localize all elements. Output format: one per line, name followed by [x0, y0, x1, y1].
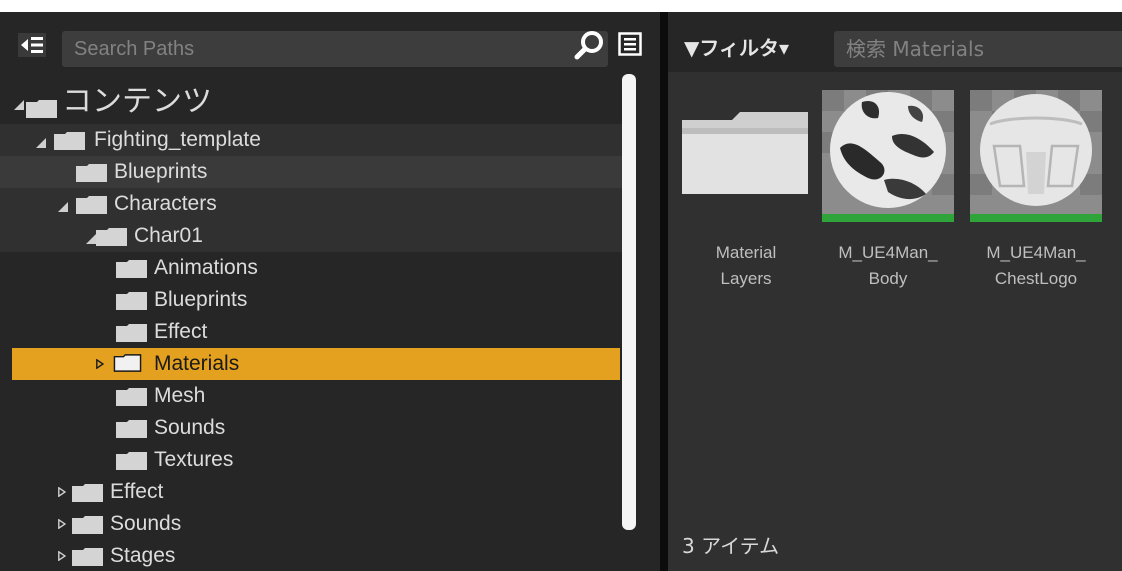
folder-icon — [54, 132, 85, 150]
search-paths-field[interactable]: Search Paths — [62, 31, 608, 67]
material-thumbnail — [822, 90, 954, 222]
tree-row-label: Effect — [154, 320, 208, 343]
asset-label: M_UE4Man_ Body — [822, 240, 954, 292]
tree-scrollbar-thumb[interactable] — [622, 74, 636, 530]
tree-row-characters[interactable]: Characters — [0, 188, 628, 220]
tree-row-label: Fighting_template — [94, 128, 261, 151]
collapsed-arrow-icon[interactable] — [58, 487, 66, 497]
search-paths-placeholder: Search Paths — [74, 38, 195, 60]
view-options-icon[interactable] — [618, 32, 642, 56]
tree-row-animations[interactable]: Animations — [0, 252, 628, 284]
tree-row-sounds[interactable]: Sounds — [0, 508, 628, 540]
folder-icon — [116, 260, 147, 278]
folder-icon — [116, 324, 147, 342]
asset-label-line2: Body — [868, 269, 908, 288]
tree-row-char01[interactable]: Char01 — [0, 220, 628, 252]
asset-label: M_UE4Man_ ChestLogo — [970, 240, 1102, 292]
expanded-arrow-icon[interactable] — [58, 202, 68, 212]
asset-label-line1: Material — [715, 243, 777, 262]
tree-row-sounds-char[interactable]: Sounds — [0, 412, 628, 444]
tree-row-label: Animations — [154, 256, 258, 279]
tree-row-label: Characters — [114, 192, 217, 215]
tree-row-label: Blueprints — [154, 288, 248, 311]
asset-label-line1: M_UE4Man_ — [838, 243, 938, 262]
tree-row-label: Effect — [110, 480, 164, 503]
material-thumbnail — [970, 90, 1102, 222]
tree-row-materials[interactable]: Materials — [12, 348, 620, 380]
tree-row-label: コンテンツ — [62, 84, 212, 119]
panel-splitter[interactable] — [660, 12, 668, 571]
folder-icon — [76, 164, 107, 182]
collapsed-arrow-icon[interactable] — [58, 551, 66, 561]
folder-tree: コンテンツ Fighting_template Blueprints Chara… — [0, 74, 660, 571]
item-count: 3 アイテム — [682, 534, 780, 558]
tree-toggle-icon[interactable] — [18, 32, 46, 58]
search-icon[interactable] — [574, 29, 606, 61]
tree-row-blueprints[interactable]: Blueprints — [0, 156, 628, 188]
asset-label: Material Layers — [680, 240, 812, 292]
expanded-arrow-icon[interactable] — [14, 100, 24, 110]
tree-row-stages[interactable]: Stages — [0, 540, 628, 571]
folder-icon — [72, 548, 103, 566]
tree-row-content[interactable]: コンテンツ — [0, 82, 628, 122]
asset-panel: ▼フィルタ▾ 検索 Materials Material Layers M_UE… — [668, 12, 1122, 571]
tree-row-label: Sounds — [154, 416, 226, 439]
asset-label-line1: M_UE4Man_ — [986, 243, 1086, 262]
asset-label-line2: Layers — [720, 269, 772, 288]
path-panel: Search Paths コンテンツ Fighting_template Blu… — [0, 12, 660, 571]
expanded-arrow-icon[interactable] — [86, 234, 96, 244]
filter-button[interactable]: ▼フィルタ▾ — [684, 32, 789, 64]
tree-row-label: Materials — [154, 352, 240, 375]
tree-row-mesh[interactable]: Mesh — [0, 380, 628, 412]
asset-label-line2: ChestLogo — [994, 269, 1078, 288]
tree-row-label: Textures — [154, 448, 234, 471]
folder-icon — [116, 452, 147, 470]
search-assets-placeholder: 検索 Materials — [846, 37, 985, 61]
expanded-arrow-icon[interactable] — [36, 138, 46, 148]
folder-icon — [96, 228, 127, 246]
tree-row-label: Stages — [110, 544, 176, 567]
filter-label: ▼フィルタ▾ — [684, 36, 790, 60]
folder-icon — [116, 420, 147, 438]
content-browser: Search Paths コンテンツ Fighting_template Blu… — [0, 12, 1122, 571]
tree-row-label: Sounds — [110, 512, 182, 535]
tree-row-label: Mesh — [154, 384, 206, 407]
folder-icon — [76, 196, 107, 214]
folder-icon — [72, 516, 103, 534]
folder-icon — [72, 484, 103, 502]
folder-icon — [680, 90, 812, 222]
asset-toolbar: ▼フィルタ▾ 検索 Materials — [668, 12, 1122, 72]
tree-row-effect-char[interactable]: Effect — [0, 316, 628, 348]
search-assets-field[interactable]: 検索 Materials — [834, 31, 1122, 67]
tree-row-textures[interactable]: Textures — [0, 444, 628, 476]
folder-icon — [113, 354, 142, 372]
path-toolbar: Search Paths — [0, 12, 660, 74]
tree-row-blueprints-char[interactable]: Blueprints — [0, 284, 628, 316]
tree-row-effect[interactable]: Effect — [0, 476, 628, 508]
folder-icon — [26, 100, 57, 118]
folder-icon — [116, 388, 147, 406]
tree-row-fighting-template[interactable]: Fighting_template — [0, 124, 628, 156]
folder-icon — [116, 292, 147, 310]
collapsed-arrow-icon[interactable] — [96, 359, 104, 369]
tree-row-label: Blueprints — [114, 160, 208, 183]
collapsed-arrow-icon[interactable] — [58, 519, 66, 529]
tree-row-label: Char01 — [134, 224, 203, 247]
